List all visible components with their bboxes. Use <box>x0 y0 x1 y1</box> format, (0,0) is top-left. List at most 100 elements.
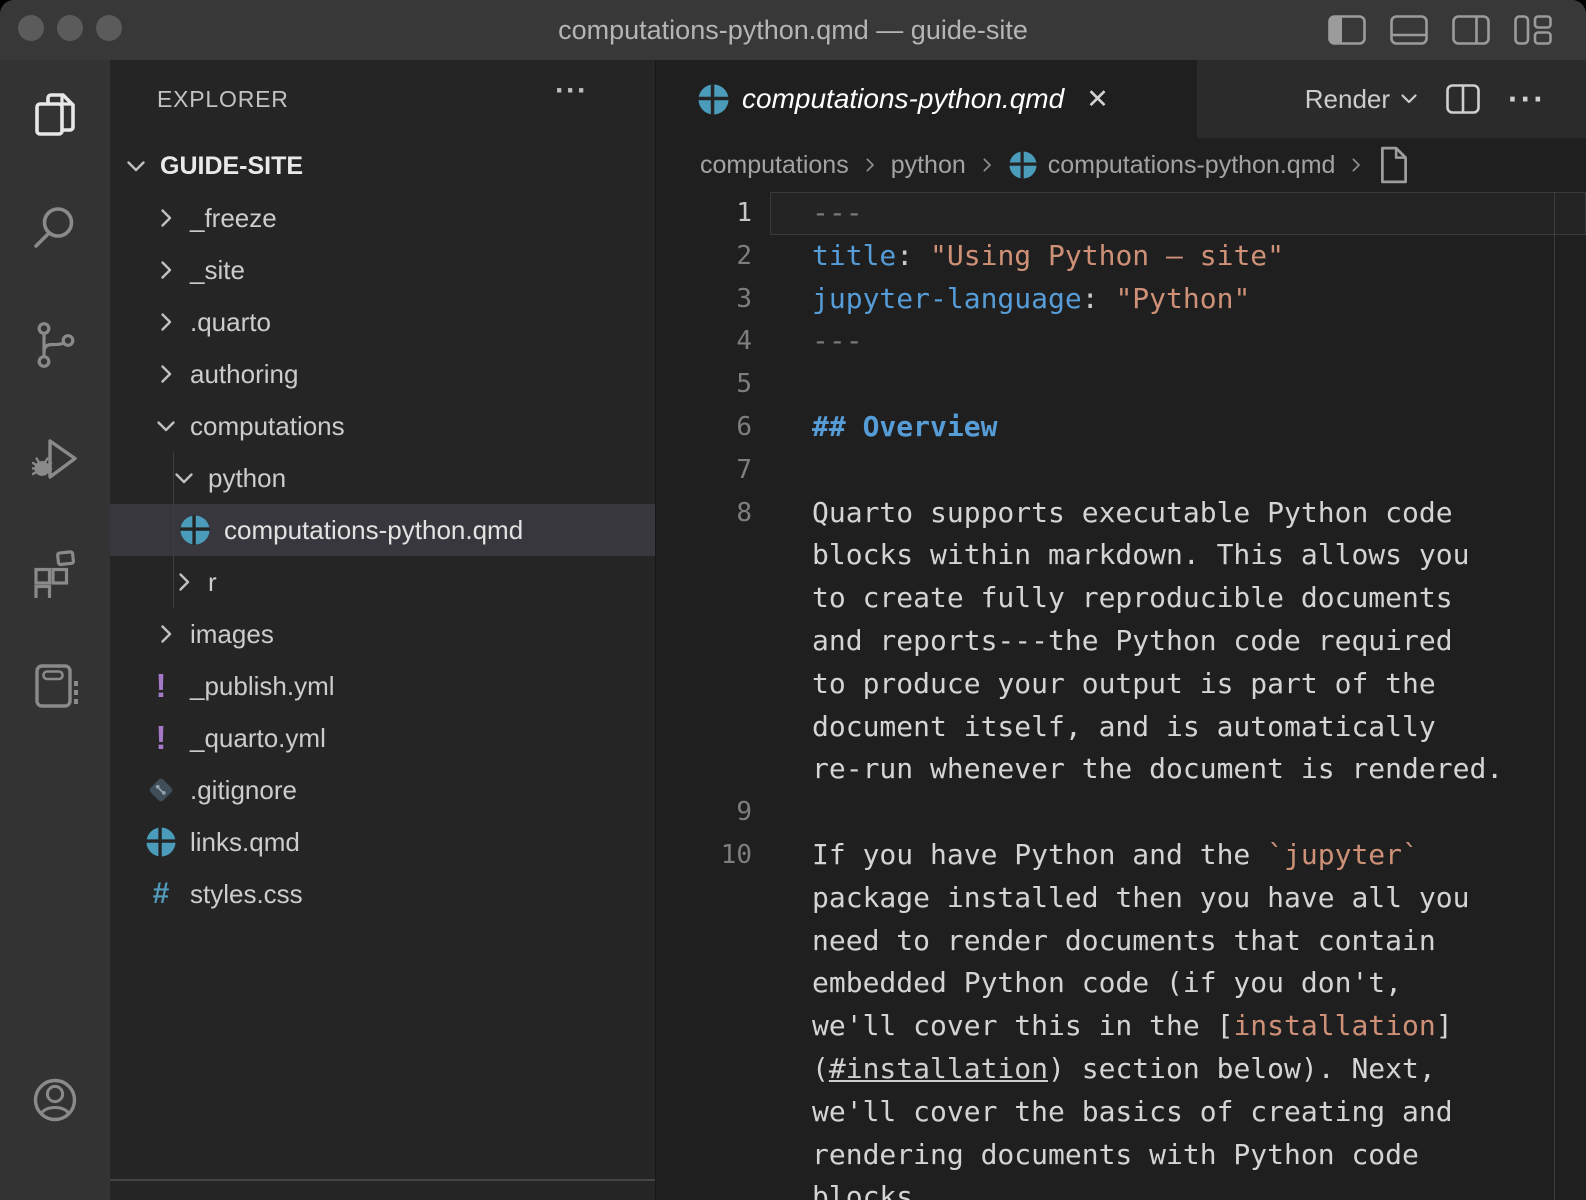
toggle-secondary-sidebar-icon[interactable] <box>1452 15 1490 45</box>
tree-item-label: _site <box>190 255 245 286</box>
activity-bar <box>0 60 110 1200</box>
code-line[interactable]: and reports---the Python code required <box>656 620 1586 663</box>
tree-item-label: .quarto <box>190 307 271 338</box>
code-line[interactable]: 8Quarto supports executable Python code <box>656 492 1586 535</box>
editor-more-actions-icon[interactable]: ··· <box>1508 81 1546 118</box>
tree-root-label: GUIDE-SITE <box>160 152 303 181</box>
code-line[interactable]: 6## Overview <box>656 406 1586 449</box>
tree-folder-.quarto[interactable]: .quarto <box>110 296 655 348</box>
line-text: rendering documents with Python code <box>812 1134 1586 1177</box>
breadcrumb-item-computations-python.qmd[interactable]: computations-python.qmd <box>1008 151 1336 180</box>
code-line[interactable]: 9 <box>656 791 1586 834</box>
code-line[interactable]: need to render documents that contain <box>656 920 1586 963</box>
explorer-more-actions-icon[interactable]: ··· <box>555 74 588 108</box>
yaml-icon: ! <box>144 721 178 755</box>
source-control-icon[interactable] <box>29 319 81 371</box>
tab-computations-python[interactable]: computations-python.qmd ✕ <box>656 60 1197 138</box>
code-line[interactable]: 5 <box>656 363 1586 406</box>
line-text: and reports---the Python code required <box>812 620 1586 663</box>
line-text: jupyter-language: "Python" <box>812 278 1586 321</box>
code-line[interactable]: blocks <box>656 1176 1586 1200</box>
chevron-down-icon <box>154 414 178 438</box>
code-line[interactable]: to produce your output is part of the <box>656 663 1586 706</box>
yaml-icon: ! <box>144 669 178 703</box>
code-line[interactable]: to create fully reproducible documents <box>656 577 1586 620</box>
chevron-down-icon <box>172 466 196 490</box>
code-line[interactable]: re-run whenever the document is rendered… <box>656 748 1586 791</box>
search-icon[interactable] <box>29 202 81 254</box>
tree-folder-_site[interactable]: _site <box>110 244 655 296</box>
title-bar: computations-python.qmd — guide-site <box>0 0 1586 60</box>
line-text: title: "Using Python — site" <box>812 235 1586 278</box>
code-line[interactable]: 3jupyter-language: "Python" <box>656 278 1586 321</box>
customize-layout-icon[interactable] <box>1514 15 1552 45</box>
toggle-panel-icon[interactable] <box>1390 15 1428 45</box>
code-line[interactable]: blocks within markdown. This allows you <box>656 534 1586 577</box>
line-number: 5 <box>656 363 752 406</box>
chevron-right-icon <box>172 570 196 594</box>
breadcrumb-item-file[interactable] <box>1377 146 1421 184</box>
tree-folder-images[interactable]: images <box>110 608 655 660</box>
tree-file-styles.css[interactable]: #styles.css <box>110 868 655 920</box>
breadcrumb-label: python <box>891 151 966 180</box>
line-text: package installed then you have all you <box>812 877 1586 920</box>
extensions-icon[interactable] <box>29 546 81 598</box>
close-tab-icon[interactable]: ✕ <box>1086 84 1109 115</box>
explorer-icon[interactable] <box>29 89 81 141</box>
line-number: 4 <box>656 320 752 363</box>
line-text: (#installation) section below). Next, <box>812 1048 1586 1091</box>
line-text: blocks <box>812 1176 1586 1200</box>
outline-section-header[interactable]: OUTLINE <box>124 1190 265 1200</box>
outline-divider <box>110 1179 655 1181</box>
tree-item-label: links.qmd <box>190 827 300 858</box>
tree-folder-computations[interactable]: computations <box>110 400 655 452</box>
tree-file-computations-python.qmd[interactable]: computations-python.qmd <box>110 504 655 556</box>
tree-folder-r[interactable]: r <box>110 556 655 608</box>
account-icon[interactable] <box>29 1074 81 1126</box>
chevron-right-icon <box>154 258 178 282</box>
split-editor-icon[interactable] <box>1446 84 1480 114</box>
code-editor[interactable]: 1---2title: "Using Python — site"3jupyte… <box>656 192 1586 1200</box>
code-line[interactable]: we'll cover the basics of creating and <box>656 1091 1586 1134</box>
toggle-primary-sidebar-icon[interactable] <box>1328 15 1366 45</box>
code-line[interactable]: 4--- <box>656 320 1586 363</box>
code-line[interactable]: package installed then you have all you <box>656 877 1586 920</box>
quarto-icon <box>178 515 212 545</box>
code-line[interactable]: 10If you have Python and the `jupyter` <box>656 834 1586 877</box>
explorer-title: EXPLORER <box>157 86 289 113</box>
code-line[interactable]: document itself, and is automatically <box>656 706 1586 749</box>
tree-item-label: _quarto.yml <box>190 723 326 754</box>
code-line[interactable]: embedded Python code (if you don't, <box>656 962 1586 1005</box>
explorer-header: EXPLORER ··· <box>110 60 655 140</box>
tree-file-_quarto.yml[interactable]: ! _quarto.yml <box>110 712 655 764</box>
code-line[interactable]: we'll cover this in the [installation] <box>656 1005 1586 1048</box>
render-button[interactable]: Render <box>1305 84 1418 115</box>
breadcrumb-separator-icon <box>1347 156 1365 174</box>
line-text: to produce your output is part of the <box>812 663 1586 706</box>
notebook-icon[interactable] <box>29 660 81 712</box>
tree-folder-_freeze[interactable]: _freeze <box>110 192 655 244</box>
code-line[interactable]: 1--- <box>656 192 1586 235</box>
tree-file-_publish.yml[interactable]: !_publish.yml <box>110 660 655 712</box>
line-number: 10 <box>656 834 752 877</box>
git-icon <box>144 775 178 805</box>
run-and-debug-icon[interactable] <box>29 432 81 484</box>
line-text: ## Overview <box>812 406 1586 449</box>
editor-ruler <box>1554 192 1555 1200</box>
code-line[interactable]: 7 <box>656 449 1586 492</box>
breadcrumb-item-python[interactable]: python <box>891 151 966 180</box>
render-label: Render <box>1305 84 1390 115</box>
tree-file-links.qmd[interactable]: links.qmd <box>110 816 655 868</box>
code-line[interactable]: 2title: "Using Python — site" <box>656 235 1586 278</box>
tree-item-label: python <box>208 463 286 494</box>
tree-folder-python[interactable]: python <box>110 452 655 504</box>
tree-root-GUIDE-SITE[interactable]: GUIDE-SITE <box>110 140 655 192</box>
line-number: 1 <box>656 192 752 235</box>
tree-file-.gitignore[interactable]: .gitignore <box>110 764 655 816</box>
code-line[interactable]: (#installation) section below). Next, <box>656 1048 1586 1091</box>
breadcrumb-item-computations[interactable]: computations <box>700 151 849 180</box>
tree-folder-authoring[interactable]: authoring <box>110 348 655 400</box>
code-line[interactable]: rendering documents with Python code <box>656 1134 1586 1177</box>
tree-indent-guide <box>173 452 174 608</box>
line-text: to create fully reproducible documents <box>812 577 1586 620</box>
